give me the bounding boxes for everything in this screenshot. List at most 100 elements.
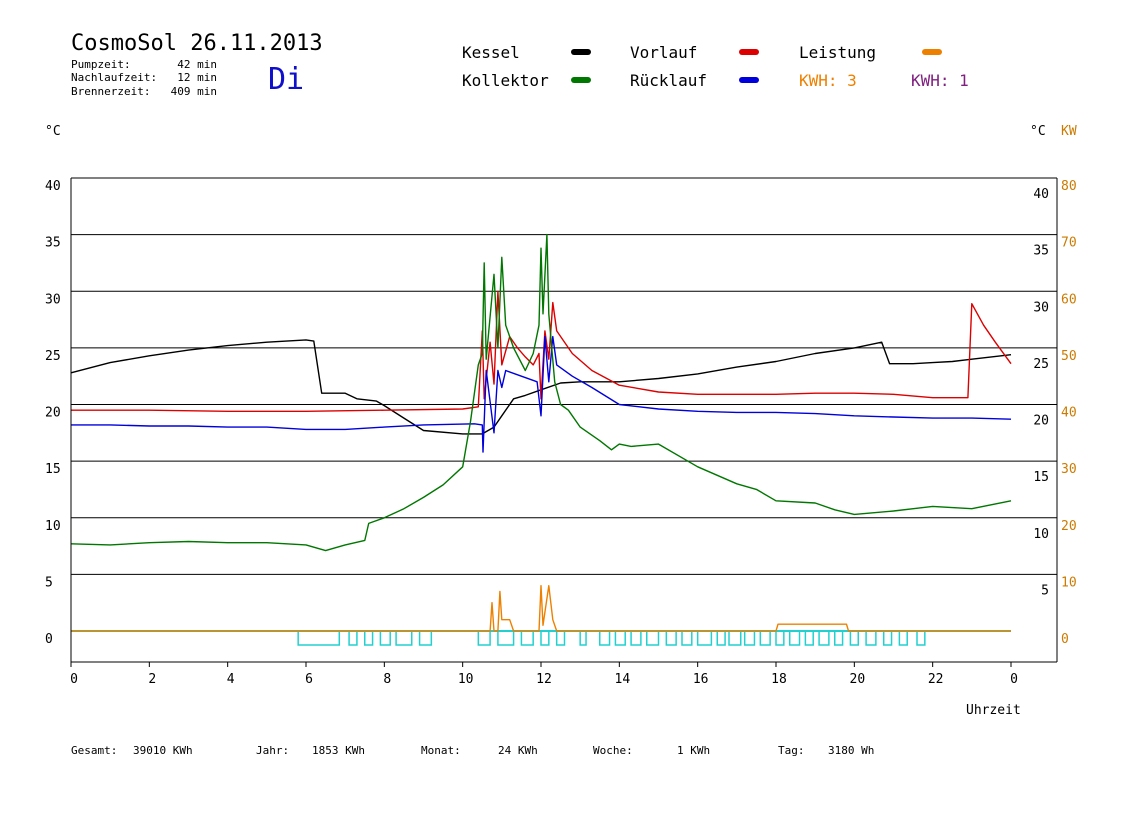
- x-axis-label: Uhrzeit: [966, 703, 1021, 718]
- footer-jahr-label: Jahr:: [256, 744, 289, 757]
- y-ticks-kw: 0 10 20 30 40 50 60 70 80: [1061, 179, 1077, 647]
- chart-title: CosmoSol 26.11.2013: [71, 31, 323, 56]
- x-tick-label: 0: [1010, 672, 1018, 687]
- kwh-label-2: KWH: 1: [911, 71, 969, 90]
- x-tick-label: 14: [615, 672, 631, 687]
- kw-tick-label: 60: [1061, 292, 1077, 307]
- brennerzeit-value: 409 min: [171, 85, 217, 98]
- nachlaufzeit-label: Nachlaufzeit:: [71, 71, 157, 84]
- grid: [71, 177, 1057, 575]
- time-block: Pumpzeit: 42 min Nachlaufzeit: 12 min Br…: [71, 58, 217, 98]
- pump-interval: [364, 630, 374, 646]
- temperature-chart: CosmoSol 26.11.2013 Pumpzeit: 42 min Nac…: [45, 31, 1077, 757]
- kw-tick-label: 30: [1061, 462, 1077, 477]
- pump-interval: [804, 630, 814, 646]
- footer-gesamt-label: Gesamt:: [71, 744, 117, 757]
- pump-interval: [614, 630, 626, 646]
- y-tick-label: 10: [45, 519, 61, 534]
- pump-interval: [696, 630, 713, 646]
- x-ticks: 0 2 4 6 8 10 12 14 16 18 20 22 0: [70, 662, 1018, 687]
- pump-interval: [716, 630, 726, 646]
- pumpzeit-value: 42 min: [177, 58, 217, 71]
- pump-interval: [555, 630, 566, 646]
- x-tick-label: 2: [148, 672, 156, 687]
- pump-interval: [395, 630, 413, 646]
- pump-interval: [898, 630, 908, 646]
- pumpzeit-label: Pumpzeit:: [71, 58, 131, 71]
- x-tick-label: 6: [305, 672, 313, 687]
- right-axis-unit: °C: [1030, 124, 1046, 139]
- series-line-leistung: [71, 585, 1011, 632]
- pump-interval: [599, 630, 611, 646]
- nachlaufzeit-value: 12 min: [177, 71, 217, 84]
- kw-axis-unit: KW: [1061, 124, 1077, 139]
- legend: Kessel Vorlauf Leistung Kollektor Rückla…: [462, 43, 969, 90]
- pump-interval: [834, 630, 844, 646]
- y-tick-label: 5: [45, 575, 53, 590]
- y-tick-label-right: 25: [1033, 357, 1049, 372]
- pump-interval: [849, 630, 860, 646]
- pump-interval: [681, 630, 693, 646]
- kw-tick-label: 50: [1061, 349, 1077, 364]
- x-tick-label: 10: [458, 672, 474, 687]
- series-line-vorlauf: [71, 290, 1012, 412]
- legend-label-kessel: Kessel: [462, 43, 520, 62]
- pump-interval: [497, 630, 515, 646]
- legend-label-vorlauf: Vorlauf: [630, 43, 697, 62]
- series-lines: [70, 233, 1012, 632]
- legend-label-ruecklauf: Rücklauf: [630, 71, 707, 90]
- pump-interval: [775, 630, 785, 646]
- y-tick-label: 0: [45, 632, 53, 647]
- y-tick-label: 40: [45, 179, 61, 194]
- pump-interval: [916, 630, 926, 646]
- y-tick-label-right: 10: [1033, 527, 1049, 542]
- kw-tick-label: 40: [1061, 406, 1077, 421]
- x-tick-label: 16: [693, 672, 709, 687]
- y-tick-label: 25: [45, 349, 61, 364]
- pump-interval: [788, 630, 801, 646]
- y-tick-label-right: 20: [1033, 414, 1049, 429]
- kw-tick-label: 10: [1061, 575, 1077, 590]
- x-tick-label: 8: [383, 672, 391, 687]
- y-tick-label-right: 15: [1033, 470, 1049, 485]
- y-tick-label-right: 35: [1033, 244, 1049, 259]
- weekday-label: Di: [268, 62, 304, 97]
- pump-interval: [882, 630, 893, 646]
- pump-interval: [297, 630, 341, 646]
- pump-activity-bar: [71, 630, 1011, 646]
- footer-totals: Gesamt: 39010 KWh Jahr: 1853 KWh Monat: …: [71, 744, 874, 757]
- pump-interval: [630, 630, 642, 646]
- pump-interval: [540, 630, 550, 646]
- pump-interval: [818, 630, 830, 646]
- footer-tag-value: 3180 Wh: [828, 744, 874, 757]
- pump-interval: [379, 630, 391, 646]
- x-tick-label: 12: [536, 672, 552, 687]
- y-tick-label: 15: [45, 462, 61, 477]
- x-tick-label: 18: [771, 672, 787, 687]
- footer-woche-label: Woche:: [593, 744, 633, 757]
- left-axis-unit: °C: [45, 124, 61, 139]
- pump-interval: [348, 630, 358, 646]
- footer-jahr-value: 1853 KWh: [312, 744, 365, 757]
- footer-gesamt-value: 39010 KWh: [133, 744, 193, 757]
- footer-woche-value: 1 KWh: [677, 744, 710, 757]
- pump-interval: [477, 630, 491, 646]
- kw-tick-label: 80: [1061, 179, 1077, 194]
- y-tick-label-right: 5: [1041, 583, 1049, 598]
- legend-label-kollektor: Kollektor: [462, 71, 549, 90]
- pump-interval: [743, 630, 756, 646]
- pump-interval: [865, 630, 877, 646]
- x-tick-label: 0: [70, 672, 78, 687]
- y-tick-label: 30: [45, 292, 61, 307]
- kw-tick-label: 70: [1061, 236, 1077, 251]
- x-tick-label: 4: [227, 672, 235, 687]
- y-tick-label: 20: [45, 406, 61, 421]
- kwh-label-1: KWH: 3: [799, 71, 857, 90]
- pump-interval: [728, 630, 742, 646]
- y-tick-label-right: 40: [1033, 187, 1049, 202]
- legend-label-leistung: Leistung: [799, 43, 876, 62]
- x-tick-label: 22: [928, 672, 944, 687]
- kw-tick-label: 0: [1061, 632, 1069, 647]
- footer-monat-label: Monat:: [421, 744, 461, 757]
- y-ticks-left: 0 5 10 15 20 25 30 35 40: [45, 179, 61, 647]
